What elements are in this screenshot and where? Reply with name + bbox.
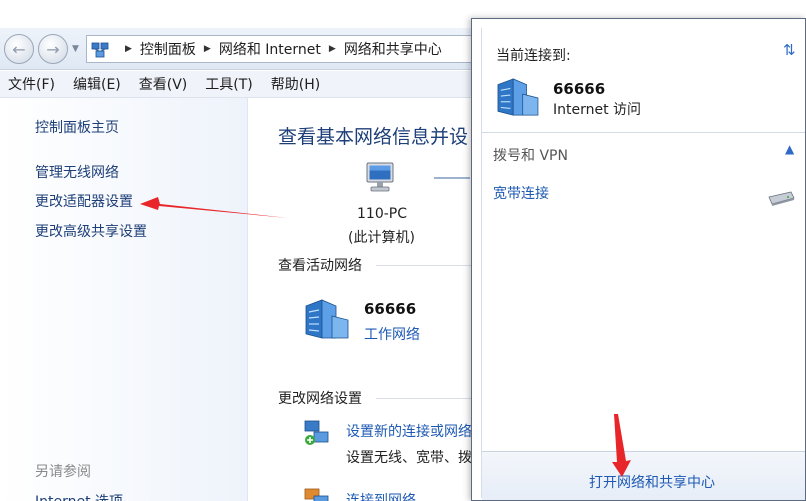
sidebar-item-change-adapter[interactable]: 更改适配器设置 [35, 191, 133, 211]
building-network-icon [497, 78, 539, 116]
breadcrumb-separator-icon: ▶ [328, 44, 336, 54]
breadcrumb-item-network-internet[interactable]: 网络和 Internet [219, 39, 321, 59]
sidebar-item-advanced-sharing[interactable]: 更改高级共享设置 [35, 221, 147, 241]
network-type-link[interactable]: 工作网络 [364, 324, 420, 344]
forward-arrow-icon: → [46, 39, 60, 59]
menu-tools[interactable]: 工具(T) [205, 74, 252, 94]
connect-to-network-link[interactable]: 连接到网络 [346, 490, 416, 501]
flyout-divider [482, 132, 805, 133]
breadcrumb-item-sharing-center[interactable]: 网络和共享中心 [344, 39, 442, 59]
connect-network-icon [304, 488, 329, 501]
setup-new-connection-link[interactable]: 设置新的连接或网络 [346, 421, 472, 441]
new-connection-icon [304, 420, 329, 445]
open-sharing-center-link[interactable]: 打开网络和共享中心 [589, 472, 715, 492]
history-dropdown-icon[interactable]: ▼ [72, 44, 79, 54]
flyout-access-status: Internet 访问 [553, 102, 642, 118]
network-map-connector [434, 177, 470, 179]
flyout-network-name[interactable]: 66666 [553, 80, 605, 98]
see-also-heading: 另请参阅 [35, 464, 91, 480]
menu-view[interactable]: 查看(V) [139, 74, 188, 94]
breadcrumb-separator-icon: ▶ [203, 44, 211, 54]
computer-subtitle: (此计算机) [348, 230, 415, 246]
refresh-icon[interactable]: ⇅ [783, 41, 796, 59]
forward-button[interactable]: → [38, 34, 68, 64]
network-flyout: 当前连接到: ⇅ 66666 Internet 访问 拨号和 VPN ▲ 宽带连… [471, 18, 806, 501]
active-network-name: 66666 [364, 300, 417, 318]
menu-file[interactable]: 文件(F) [8, 74, 55, 94]
sidebar-item-control-panel-home[interactable]: 控制面板主页 [35, 117, 119, 137]
menu-help[interactable]: 帮助(H) [271, 74, 320, 94]
section-divider [376, 398, 471, 399]
dialup-vpn-heading[interactable]: 拨号和 VPN [493, 145, 568, 165]
breadcrumb-item-control-panel[interactable]: 控制面板 [140, 39, 196, 59]
back-button[interactable]: ← [4, 34, 34, 64]
change-settings-heading: 更改网络设置 [278, 391, 362, 407]
computer-name: 110-PC [357, 206, 407, 222]
breadcrumb[interactable]: ▶ 控制面板 ▶ 网络和 Internet ▶ 网络和共享中心 [86, 35, 486, 63]
broadband-connection-item[interactable]: 宽带连接 [493, 183, 549, 203]
connected-to-label: 当前连接到: [496, 48, 571, 64]
back-arrow-icon: ← [12, 39, 26, 59]
modem-icon [768, 191, 795, 206]
setup-new-connection-desc: 设置无线、宽带、拨 [346, 450, 472, 466]
section-divider [376, 265, 471, 266]
building-network-icon [305, 299, 349, 339]
left-nav-pane: 控制面板主页 管理无线网络 更改适配器设置 更改高级共享设置 另请参阅 Inte… [0, 98, 248, 501]
computer-icon [366, 162, 394, 192]
page-title: 查看基本网络信息并设 [278, 126, 469, 148]
breadcrumb-separator-icon: ▶ [125, 44, 132, 54]
chevron-up-icon[interactable]: ▲ [785, 142, 794, 156]
menu-edit[interactable]: 编辑(E) [73, 74, 121, 94]
sidebar-item-internet-options[interactable]: Internet 选项 [35, 491, 123, 501]
flyout-footer: 打开网络和共享中心 [482, 451, 805, 500]
active-networks-heading: 查看活动网络 [278, 258, 362, 274]
network-folder-icon [91, 42, 109, 58]
sidebar-item-manage-wireless[interactable]: 管理无线网络 [35, 162, 119, 182]
